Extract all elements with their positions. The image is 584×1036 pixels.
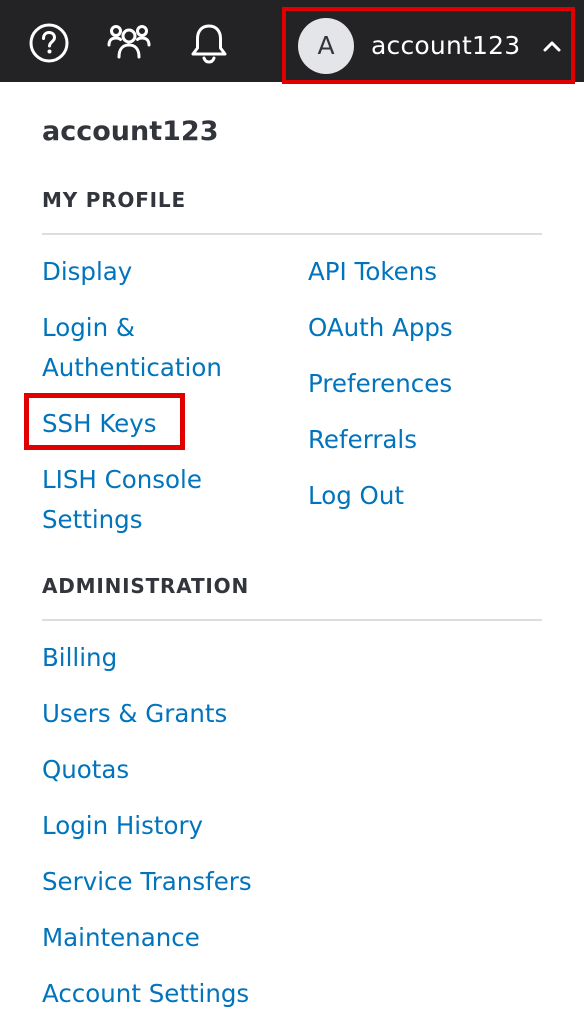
link-quotas[interactable]: Quotas <box>42 750 129 790</box>
avatar: A <box>298 17 354 74</box>
account-dropdown-menu: account123 MY PROFILE Display Login & Au… <box>0 82 584 1036</box>
chevron-up-icon <box>542 36 562 56</box>
link-api-tokens[interactable]: API Tokens <box>308 252 437 292</box>
link-oauth-apps[interactable]: OAuth Apps <box>308 308 453 348</box>
menu-username: account123 <box>42 116 219 147</box>
administration-heading: ADMINISTRATION <box>42 574 250 598</box>
my-profile-divider <box>42 233 542 235</box>
link-account-settings[interactable]: Account Settings <box>42 974 249 1014</box>
link-users-grants[interactable]: Users & Grants <box>42 694 227 734</box>
link-login-authentication-line2[interactable]: Authentication <box>42 348 222 388</box>
link-lish-console-settings-line2[interactable]: Settings <box>42 500 143 540</box>
link-preferences[interactable]: Preferences <box>308 364 452 404</box>
community-icon[interactable] <box>107 21 151 65</box>
top-bar: A account123 <box>0 0 584 84</box>
help-icon[interactable] <box>27 21 71 65</box>
my-profile-heading: MY PROFILE <box>42 188 186 212</box>
link-display[interactable]: Display <box>42 252 132 292</box>
link-referrals[interactable]: Referrals <box>308 420 417 460</box>
notifications-icon[interactable] <box>187 21 231 65</box>
administration-divider <box>42 619 542 621</box>
link-service-transfers[interactable]: Service Transfers <box>42 862 252 902</box>
link-maintenance[interactable]: Maintenance <box>42 918 200 958</box>
account-menu-button[interactable]: A account123 <box>282 7 575 84</box>
link-login-history[interactable]: Login History <box>42 806 203 846</box>
ssh-keys-highlight-box <box>24 393 185 450</box>
account-username: account123 <box>371 31 521 60</box>
link-lish-console-settings-line1[interactable]: LISH Console <box>42 460 202 500</box>
link-login-authentication-line1[interactable]: Login & <box>42 308 135 348</box>
link-billing[interactable]: Billing <box>42 638 117 678</box>
link-log-out[interactable]: Log Out <box>308 476 404 516</box>
